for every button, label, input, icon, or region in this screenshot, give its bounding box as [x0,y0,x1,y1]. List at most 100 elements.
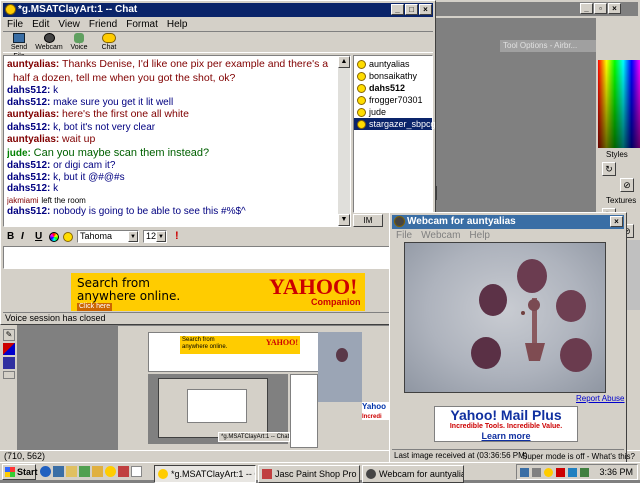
buddy-list[interactable]: auntyalias bonsaikathy dahs512 frogger70301… [353,55,436,213]
media-icon[interactable] [79,466,90,477]
chat-toolbar: Send File Webcam Voice Chat [3,31,433,60]
emoticon-icon[interactable] [63,232,73,242]
super-mode-status[interactable]: Super mode is off - What's this? [522,452,635,461]
webcam-image [404,242,606,393]
folder-icon[interactable] [92,466,103,477]
font-size-value: 12 [146,231,157,241]
buddy-list-item[interactable]: bonsaikathy [354,70,432,82]
font-select[interactable]: Tahoma ▼ [77,230,139,243]
voice-label: Voice [70,44,88,51]
tray-network-icon[interactable] [520,468,529,477]
mail-plus-more[interactable]: Learn more [435,431,577,442]
buddy-list-item[interactable]: dahs512 [354,82,432,94]
smiley-icon [357,59,366,69]
tray-messenger-icon[interactable] [544,468,553,477]
quick-launch [40,466,150,478]
restore-icon[interactable]: ▫ [594,3,607,14]
buddy-name: bonsaikathy [369,71,418,81]
menu-friend[interactable]: Friend [89,19,117,30]
psp-right-scroll[interactable] [626,240,640,310]
ie-icon[interactable] [40,466,51,477]
chat-message-text: half a dozen, tell me when you got the s… [13,71,236,84]
send-file-icon [13,33,25,43]
menu-view[interactable]: View [58,19,80,30]
close-icon[interactable]: × [610,216,623,227]
outlook-icon[interactable] [66,466,77,477]
chat-message-sender: dahs512: [7,206,51,217]
buzz-icon[interactable]: ! [175,230,179,242]
chat-input[interactable] [3,246,433,269]
send-file-button[interactable]: Send File [5,33,33,60]
messenger-icon[interactable] [105,466,116,477]
webcam-menu-webcam[interactable]: Webcam [421,230,460,241]
taskbar-item-psp[interactable]: Jasc Paint Shop Pro - Ima... [258,465,360,483]
underline-button[interactable]: U [35,231,42,242]
start-button[interactable]: Start [2,464,38,480]
paint-tool-icon[interactable]: ✎ [3,329,15,341]
chat-message-text: or digi cam it? [53,160,116,171]
nested-inner [158,378,268,438]
maximize-icon[interactable]: □ [405,4,418,15]
chat-message-text: k, but it @#@#s [53,171,125,183]
buddy-list-item[interactable]: frogger70301 [354,94,432,106]
minimize-icon[interactable]: _ [580,3,593,14]
buddy-list-item[interactable]: stargazer_sbpcg [354,118,436,130]
buddy-list-item[interactable]: auntyalias [354,58,432,70]
scroll-down-icon[interactable]: ▼ [338,214,350,226]
chat-message-text: here's the first one all white [62,108,189,120]
scroll-up-icon[interactable]: ▲ [338,56,350,68]
chat-messages-pane[interactable]: auntyalias: Thanks Denise, I'd like one … [3,55,351,227]
minimize-icon[interactable]: _ [391,4,404,15]
chat-scrollbar[interactable]: ▲ ▼ [338,56,350,226]
paint-icon[interactable] [118,466,129,477]
color-tool-icon[interactable] [3,343,15,355]
chat-message: dahs512: k [7,183,347,195]
desktop-icon[interactable] [53,466,64,477]
im-button[interactable]: IM [353,214,383,227]
webcam-menu-file[interactable]: File [396,230,412,241]
chat-message-text: k, bot it's not very clear [53,121,156,133]
tray-misc-icon[interactable] [580,468,589,477]
chevron-down-icon[interactable]: ▼ [128,231,138,242]
ad-click-link[interactable]: Click here [77,303,113,311]
voice-button[interactable]: Voice [67,33,91,54]
taskbar-item-chat[interactable]: *g.MSATClayArt:1 -- Chat [154,465,256,483]
report-abuse-link[interactable]: Report Abuse [576,394,624,403]
chat-message-text: k [53,183,59,194]
tray-volume-icon[interactable] [532,468,541,477]
yahoo-mail-plus-ad[interactable]: Yahoo! Mail Plus Incredible Tools. Incre… [434,406,578,442]
italic-button[interactable]: I [21,231,24,242]
buddy-list-items: auntyalias bonsaikathy dahs512 frogger70301… [354,58,436,130]
webcam-titlebar[interactable]: Webcam for auntyalias × [392,215,624,229]
note-icon[interactable] [131,466,142,477]
chat-message: auntyalias: here's the first one all whi… [7,108,347,122]
webcam-menu-help[interactable]: Help [469,230,490,241]
chat-button[interactable]: Chat [97,33,121,54]
tray-antivirus-icon[interactable] [556,468,565,477]
yahoo-companion-ad[interactable]: Search from anywhere online. Click here … [71,273,365,311]
font-size-select[interactable]: 12 ▼ [143,230,167,243]
tray-display-icon[interactable] [568,468,577,477]
taskbar-item-webcam[interactable]: Webcam for auntyalias [362,465,464,483]
close-icon[interactable]: × [608,3,621,14]
chat-menubar: File Edit View Friend Format Help [3,19,187,30]
bold-button[interactable]: B [7,231,14,242]
fill-tool-icon[interactable] [3,371,15,379]
nested-buddylist [290,374,318,448]
color-picker-icon[interactable] [49,232,59,242]
swatch-tool-icon[interactable] [3,357,15,369]
style-tool-icon[interactable]: ↻ [602,162,616,176]
menu-format[interactable]: Format [126,19,158,30]
menu-edit[interactable]: Edit [32,19,49,30]
menu-help[interactable]: Help [167,19,188,30]
chat-message: dahs512: make sure you get it lit well [7,97,347,109]
menu-file[interactable]: File [7,19,23,30]
chevron-down-icon[interactable]: ▼ [156,231,166,242]
close-icon[interactable]: × [419,4,432,15]
webcam-button[interactable]: Webcam [35,33,63,54]
clock[interactable]: 3:36 PM [599,467,633,477]
tool-options-bar[interactable]: Tool Options - Airbr... [500,40,596,52]
style-null-icon[interactable]: ⊘ [620,178,634,192]
chat-titlebar[interactable]: *g.MSATClayArt:1 -- Chat _ □ × [3,3,433,17]
buddy-list-item[interactable]: jude [354,106,432,118]
